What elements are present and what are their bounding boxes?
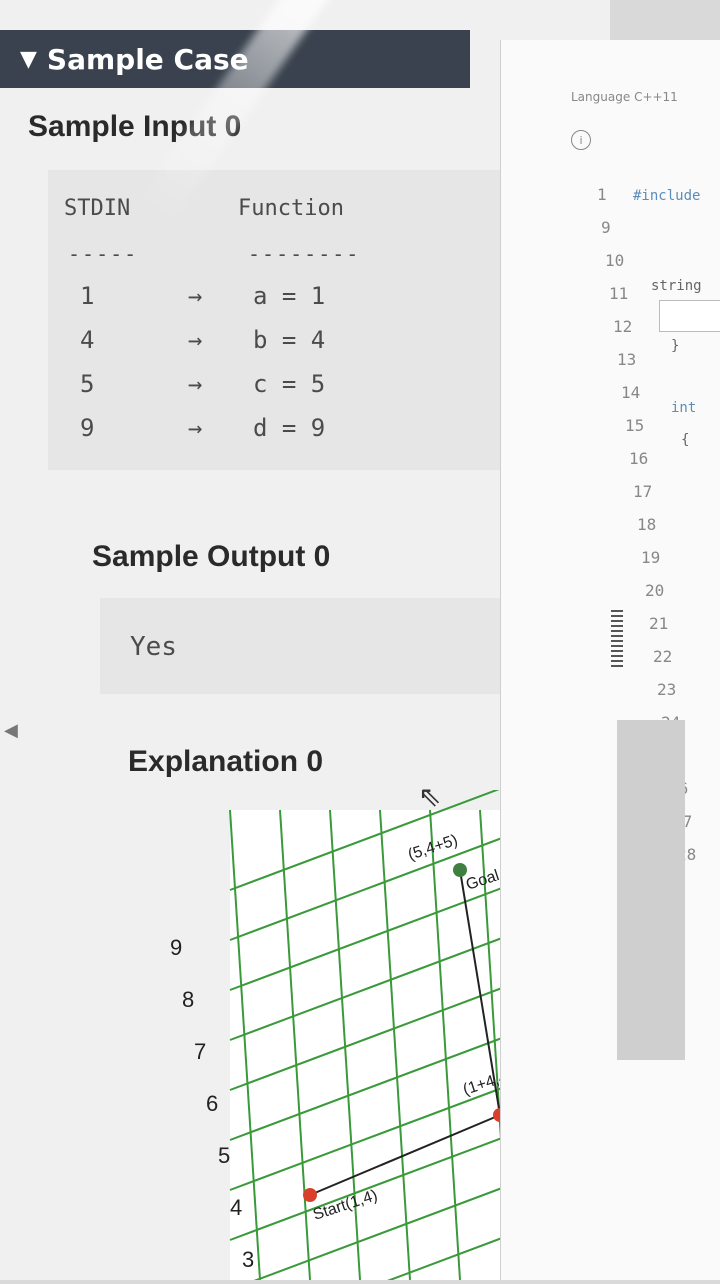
line-number: 17 (633, 482, 653, 501)
arrow-icon: → (188, 282, 203, 310)
start-point (303, 1188, 317, 1202)
collapse-triangle-icon[interactable]: ▼ (20, 47, 37, 72)
function-value: b = 4 (253, 326, 326, 354)
mouse-cursor-icon: ⇖ (418, 780, 442, 813)
code-editor[interactable]: Language C++11 i 1 9 10 11 12 13 14 15 16 17 18 19 2… (500, 40, 720, 1280)
input-row: 9 → d = 9 (48, 414, 518, 454)
line-number: 14 (621, 383, 641, 402)
y-tick-label: 8 (182, 987, 194, 1012)
function-dash: -------- (248, 242, 361, 266)
y-tick-label: 5 (218, 1143, 230, 1168)
sample-input-box: STDIN Function ----- -------- 1 → a = 1 … (48, 170, 518, 470)
function-value: a = 1 (253, 282, 326, 310)
sample-output-value: Yes (130, 632, 177, 662)
language-label: Language C++11 (571, 90, 678, 104)
editor-scrollbar[interactable] (617, 720, 685, 1060)
input-row: 4 → b = 4 (48, 326, 518, 366)
stdin-value: 9 (80, 414, 95, 442)
y-tick-label: 4 (230, 1195, 242, 1220)
line-number: 11 (609, 284, 629, 303)
line-number: 19 (641, 548, 661, 567)
goal-point (453, 863, 467, 877)
line-number: 1 (597, 185, 607, 204)
y-tick-label: 6 (206, 1091, 218, 1116)
line-number: 10 (605, 251, 625, 270)
input-row: 5 → c = 5 (48, 370, 518, 410)
line-number: 13 (617, 350, 637, 369)
line-number: 12 (613, 317, 633, 336)
panel-toggle-icon[interactable]: ◀ (4, 720, 18, 741)
line-number: 15 (625, 416, 645, 435)
arrow-icon: → (188, 326, 203, 354)
function-value: d = 9 (253, 414, 326, 442)
line-number: 21 (649, 614, 669, 633)
y-tick-label: 9 (170, 935, 182, 960)
code-int: int (671, 400, 697, 416)
resize-handle[interactable] (611, 610, 623, 670)
y-tick-label: 7 (194, 1039, 206, 1064)
input-row: 1 → a = 1 (48, 282, 518, 322)
y-tick-label: 3 (242, 1247, 254, 1272)
stdin-value: 5 (80, 370, 95, 398)
code-input-field[interactable] (659, 300, 720, 332)
function-header: Function (238, 196, 344, 221)
stdin-value: 1 (80, 282, 95, 310)
sample-case-title: Sample Case (46, 42, 249, 76)
stdin-dash: ----- (68, 242, 139, 266)
arrow-icon: → (188, 370, 203, 398)
function-value: c = 5 (253, 370, 326, 398)
line-number: 9 (601, 218, 611, 237)
sample-output-title: Sample Output 0 (92, 540, 331, 573)
language-select[interactable]: C++11 (634, 90, 678, 104)
arrow-icon: → (188, 414, 203, 442)
line-number: 20 (645, 581, 665, 600)
line-number: 16 (629, 449, 649, 468)
line-number: 22 (653, 647, 673, 666)
info-icon[interactable]: i (571, 130, 591, 150)
stdin-header: STDIN (64, 196, 131, 221)
sample-output-box: Yes (100, 598, 550, 694)
stdin-value: 4 (80, 326, 95, 354)
line-number: 23 (657, 680, 677, 699)
explanation-title: Explanation 0 (128, 745, 324, 778)
code-brace-open: { (681, 432, 690, 448)
line-number: 18 (637, 515, 657, 534)
code-brace-close: } (671, 338, 680, 354)
code-string: string (651, 278, 702, 294)
code-include: #include (633, 188, 701, 204)
